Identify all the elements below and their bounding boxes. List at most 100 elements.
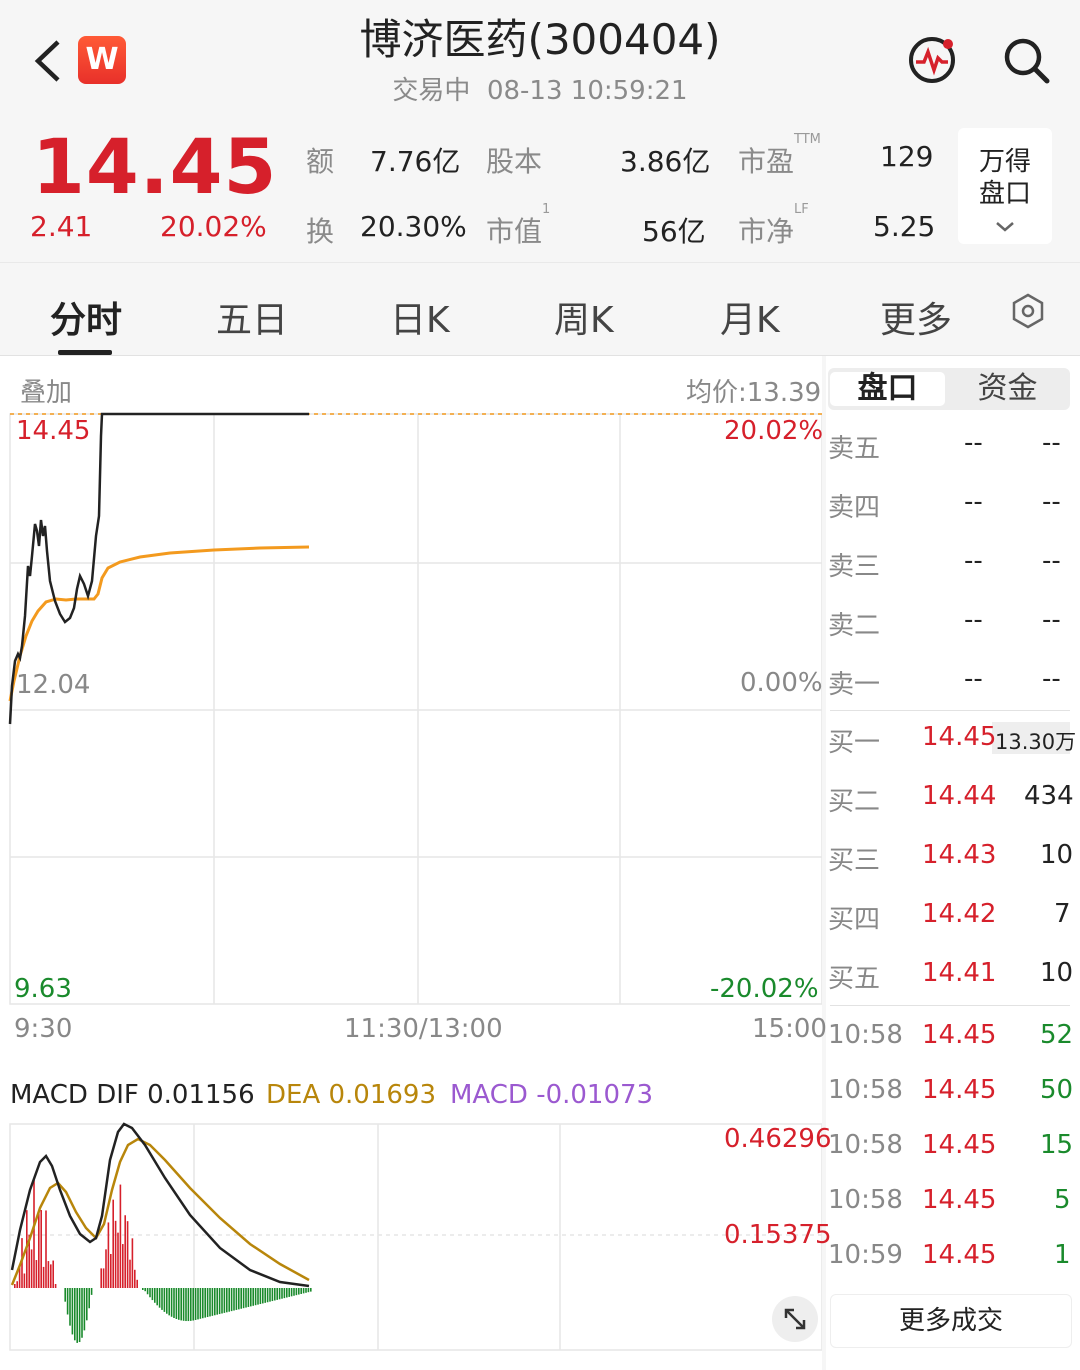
macd-bar [274, 1288, 276, 1301]
price-change-pct: 20.02% [160, 210, 267, 243]
macd-histogram [14, 1179, 312, 1343]
macd-bar [286, 1288, 288, 1298]
search-icon[interactable] [1000, 34, 1052, 86]
macd-bar [100, 1268, 102, 1288]
ask1-price: -- [964, 664, 983, 694]
ask4-label: 卖四 [828, 493, 881, 523]
bid1-vol: 13.30万 [995, 730, 1077, 754]
orderbook-divider [830, 710, 1070, 711]
macd-bar [156, 1288, 158, 1306]
tab-more[interactable]: 更多 [880, 291, 952, 343]
macd-bar [178, 1288, 180, 1320]
turnover-label: 换 [306, 215, 335, 248]
macd-bar [158, 1288, 161, 1308]
macd-bar [64, 1288, 66, 1302]
macd-bar [254, 1288, 257, 1306]
macd-grid [9, 1123, 822, 1351]
macd-bar [52, 1260, 54, 1288]
macd-bar [300, 1288, 302, 1294]
ask5-label: 卖五 [828, 434, 881, 464]
tab-monthly-k[interactable]: 月K [720, 291, 780, 343]
macd-bar [81, 1288, 83, 1338]
period-tab-bar: 分时 五日 日K 周K 月K 更多 [0, 262, 1080, 356]
avg-price-label: 均价:13.39 [686, 378, 822, 408]
pulse-monitor-icon[interactable] [906, 34, 958, 86]
tab-capital[interactable]: 资金 [950, 372, 1065, 406]
pe-label: 市盈TTM [738, 132, 821, 178]
trade-price: 14.45 [922, 1020, 997, 1050]
price-axis-high: 14.45 [16, 416, 91, 446]
tab-five-day[interactable]: 五日 [216, 291, 288, 343]
bid2-price: 14.44 [922, 781, 997, 811]
datetime-text: 08-13 10:59:21 [486, 76, 688, 106]
trade-vol: 5 [1054, 1185, 1071, 1215]
macd-chart[interactable] [0, 1120, 822, 1360]
macd-bar [47, 1261, 50, 1288]
macd-bar [163, 1288, 166, 1312]
macd-bar [76, 1288, 78, 1343]
macd-bar [14, 1284, 16, 1288]
settings-hexagon-icon[interactable] [1010, 293, 1046, 333]
macd-bar [151, 1288, 154, 1301]
macd-bar [209, 1288, 211, 1317]
macd-bar [71, 1288, 74, 1335]
macd-bar [223, 1288, 226, 1313]
bid5-vol: 10 [1040, 958, 1074, 988]
macd-bar [114, 1220, 117, 1288]
macd-bar [126, 1221, 129, 1288]
bid1-price: 14.45 [922, 722, 997, 752]
macd-bar [235, 1288, 238, 1310]
wande-orderbook-button[interactable]: 万得 盘口 [958, 128, 1052, 244]
trade-vol: 52 [1040, 1020, 1074, 1050]
pb-label: 市净LF [738, 202, 809, 248]
more-trades-button[interactable]: 更多成交 [830, 1294, 1072, 1348]
macd-bar [110, 1253, 112, 1288]
macd-bar [23, 1273, 26, 1288]
ask2-price: -- [964, 605, 983, 635]
macd-bar [124, 1215, 126, 1288]
macd-bar [240, 1288, 242, 1309]
macd-bar [182, 1288, 185, 1321]
macd-bar [129, 1259, 131, 1288]
macd-bar [168, 1288, 170, 1316]
macd-bar [295, 1288, 298, 1296]
trade-vol: 15 [1040, 1130, 1074, 1160]
macd-bar [298, 1288, 300, 1295]
bid4-vol: 7 [1054, 899, 1071, 929]
macd-bar [197, 1288, 199, 1320]
tab-weekly-k[interactable]: 周K [554, 291, 614, 343]
ask5-price: -- [964, 428, 983, 458]
trade-time: 10:58 [828, 1185, 903, 1215]
macd-bar [266, 1288, 269, 1303]
macd-bar [40, 1210, 42, 1288]
macd-bar [74, 1288, 76, 1341]
macd-bar [122, 1244, 124, 1288]
macd-bar [107, 1222, 110, 1288]
tab-orderbook[interactable]: 盘口 [830, 372, 945, 406]
macd-bar [204, 1288, 206, 1318]
macd-bar [259, 1288, 262, 1305]
trade-time: 10:58 [828, 1075, 903, 1105]
macd-bar [290, 1288, 293, 1297]
tab-daily-k[interactable]: 日K [390, 291, 450, 343]
price-axis-mid: 12.04 [16, 670, 91, 700]
chart-grid [9, 413, 822, 1005]
expand-chart-icon[interactable] [772, 1296, 818, 1342]
trade-time: 10:58 [828, 1020, 903, 1050]
macd-bar [233, 1288, 235, 1311]
overlay-label[interactable]: 叠加 [20, 372, 72, 409]
macd-bar [134, 1269, 136, 1288]
intraday-chart[interactable] [0, 356, 822, 1056]
macd-bar [202, 1288, 204, 1319]
tab-intraday[interactable]: 分时 [50, 291, 122, 343]
macd-bar [149, 1288, 151, 1298]
ask4-vol: -- [1042, 487, 1061, 517]
macd-bar [33, 1179, 35, 1288]
trades-divider [830, 1005, 1070, 1006]
bid2-vol: 434 [1024, 781, 1074, 811]
macd-bar [180, 1288, 182, 1321]
time-axis-mid: 11:30/13:00 [344, 1014, 503, 1044]
macd-bar [252, 1288, 254, 1306]
amount-label: 额 [306, 145, 335, 178]
macd-bar [112, 1199, 114, 1288]
